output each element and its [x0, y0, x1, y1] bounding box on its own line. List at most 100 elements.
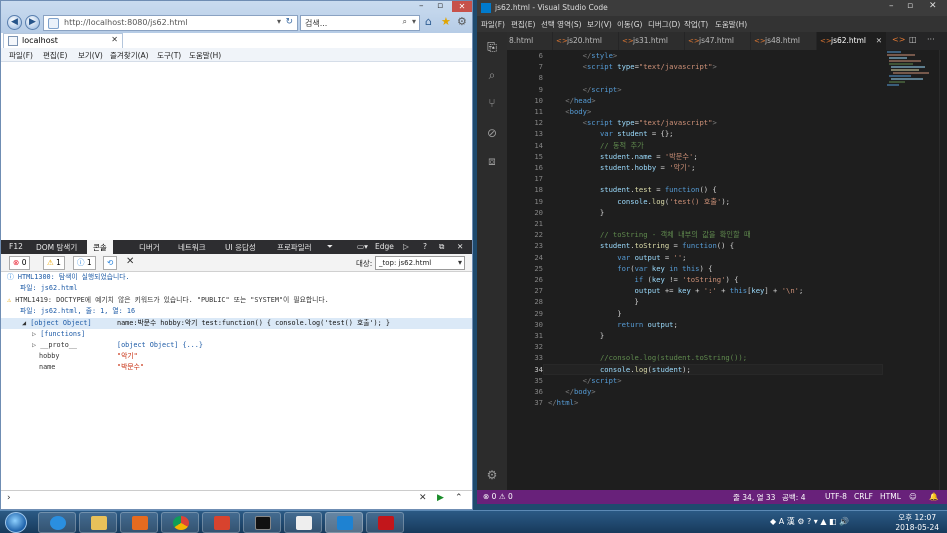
menu-tasks[interactable]: 작업(T) — [684, 19, 708, 30]
object-row[interactable]: ◢ [object Object] name:박문수 hobby:악기 test… — [1, 318, 472, 329]
menu-edit[interactable]: 편집(E) — [511, 19, 535, 30]
menu-edit[interactable]: 편집(E) — [43, 50, 67, 61]
source-control-icon[interactable]: ⑂ — [485, 96, 499, 110]
tab-close-icon[interactable]: ✕ — [876, 32, 882, 50]
ie-tab[interactable]: localhost ✕ — [3, 33, 123, 48]
vertical-scrollbar[interactable] — [939, 50, 947, 490]
more-tabs-icon[interactable]: ⏷ — [327, 242, 333, 252]
info-filter[interactable]: ⓘ 1 — [73, 256, 96, 270]
favorites-star-icon[interactable]: ★ — [441, 15, 451, 28]
gear-icon[interactable]: ⚙ — [457, 15, 467, 28]
edge-mode[interactable]: Edge — [375, 242, 394, 251]
home-icon[interactable]: ⌂ — [425, 15, 432, 28]
tree-row[interactable]: ▷ __proto__ [object Object] {...} — [1, 340, 472, 351]
menu-selection[interactable]: 선택 영역(S) — [541, 19, 582, 30]
expand-icon[interactable]: ▷ — [32, 330, 36, 338]
menu-help[interactable]: 도움말(H) — [715, 19, 747, 30]
expand-icon[interactable]: ◢ — [22, 319, 26, 327]
debug-icon[interactable]: ⊘ — [485, 126, 499, 140]
message-file[interactable]: 파일: js62.html, 줄: 1, 열: 16 — [1, 306, 472, 317]
undock-icon[interactable]: ⧉ — [439, 242, 444, 252]
menu-view[interactable]: 보기(V) — [78, 50, 103, 61]
log-filter-icon[interactable]: ⟲ — [103, 256, 118, 270]
message-file[interactable]: 파일: js62.html — [1, 283, 472, 294]
tab-dom-explorer[interactable]: DOM 탐색기 — [36, 242, 77, 253]
menu-tools[interactable]: 도구(T) — [157, 50, 181, 61]
minimize-icon[interactable]: – — [419, 1, 424, 11]
gear-icon[interactable]: ⚙ — [485, 468, 499, 482]
taskbar-app[interactable] — [202, 512, 240, 533]
tab-js62[interactable]: <> js62.html ✕ — [817, 32, 887, 50]
open-preview-icon[interactable]: <> — [892, 35, 905, 44]
maximize-icon[interactable]: ▫ — [907, 1, 913, 11]
explorer-icon[interactable]: ⎘ — [485, 40, 499, 54]
menu-file[interactable]: 파일(F) — [9, 50, 33, 61]
taskbar-media-player[interactable] — [120, 512, 158, 533]
menu-file[interactable]: 파일(F) — [481, 19, 505, 30]
tab-profiler[interactable]: 프로파일러 — [277, 242, 312, 253]
error-filter[interactable]: ⊗ 0 — [9, 256, 31, 270]
extensions-icon[interactable]: ⧈ — [485, 154, 499, 168]
encoding[interactable]: UTF-8 — [825, 492, 847, 501]
console-input[interactable]: › ✕ ▶ ⌃ — [1, 490, 472, 507]
help-icon[interactable]: ? — [423, 242, 427, 251]
tab-8-html[interactable]: 8.html — [507, 32, 553, 50]
taskbar-vscode[interactable] — [325, 512, 363, 533]
taskbar-acrobat[interactable] — [366, 512, 404, 533]
tab-ui-responsiveness[interactable]: UI 응답성 — [225, 242, 256, 253]
tab-js31[interactable]: <> js31.html — [619, 32, 685, 50]
close-icon[interactable]: ✕ — [452, 1, 472, 12]
forward-button-icon[interactable]: ▶ — [25, 15, 40, 30]
bell-icon[interactable]: 🔔 — [929, 492, 938, 501]
menu-help[interactable]: 도움말(H) — [189, 50, 221, 61]
tab-debugger[interactable]: 디버거 — [139, 242, 160, 253]
tab-network[interactable]: 네트워크 — [178, 242, 206, 253]
taskbar-ie[interactable] — [38, 512, 76, 533]
minimap[interactable] — [885, 50, 935, 110]
problems-indicator[interactable]: ⊗ 0 ⚠ 0 — [483, 492, 513, 501]
tab-js20[interactable]: <> js20.html — [553, 32, 619, 50]
expand-input-icon[interactable]: ⌃ — [455, 493, 463, 503]
menu-favorites[interactable]: 즐겨찾기(A) — [110, 50, 149, 61]
close-icon[interactable]: ✕ — [929, 1, 937, 11]
tree-row[interactable]: ▷ [functions] — [1, 329, 472, 340]
taskbar-cmd[interactable] — [243, 512, 281, 533]
code-area[interactable]: </style> <script type="text/javascript">… — [507, 50, 947, 410]
clear-console-icon[interactable]: ✕ — [126, 256, 134, 267]
tab-close-icon[interactable]: ✕ — [111, 35, 118, 44]
run-script-icon[interactable]: ▶ — [437, 493, 444, 503]
tab-js47[interactable]: <> js47.html — [685, 32, 751, 50]
chevron-down-icon[interactable]: ▾ — [412, 17, 416, 26]
code-editor[interactable]: 6 7 8 9 10 11 12 13 14 15 16 17 18 19 20… — [507, 50, 947, 490]
feedback-icon[interactable]: ☺ — [909, 492, 917, 501]
cursor-position[interactable]: 줄 34, 열 33 — [733, 492, 775, 503]
emulation-icon[interactable]: ▭▾ — [357, 242, 368, 251]
taskbar-explorer[interactable] — [79, 512, 117, 533]
start-button-icon[interactable] — [5, 512, 27, 533]
warning-filter[interactable]: ⚠ 1 — [43, 256, 65, 270]
minimize-icon[interactable]: – — [889, 1, 894, 11]
taskbar-java[interactable] — [284, 512, 322, 533]
split-editor-icon[interactable]: ◫ — [909, 35, 917, 44]
clear-input-icon[interactable]: ✕ — [419, 493, 427, 503]
more-actions-icon[interactable]: ··· — [927, 35, 935, 44]
system-clock[interactable]: 오후 12:07 2018-05-24 — [895, 513, 939, 533]
run-icon[interactable]: ▷ — [403, 242, 409, 251]
refresh-icon[interactable]: ↻ — [285, 17, 293, 27]
taskbar-chrome[interactable] — [161, 512, 199, 533]
dropdown-icon[interactable]: ▾ — [277, 17, 281, 26]
line-ending[interactable]: CRLF — [854, 492, 873, 501]
target-select[interactable]: _top: js62.html ▾ — [375, 256, 465, 270]
tab-js48[interactable]: <> js48.html — [751, 32, 817, 50]
search-icon[interactable]: ⌕ — [485, 68, 499, 82]
menu-view[interactable]: 보기(V) — [587, 19, 612, 30]
tab-console[interactable]: 콘솔 — [87, 240, 113, 254]
f12-close-icon[interactable]: ✕ — [457, 242, 463, 251]
maximize-icon[interactable]: ▫ — [437, 1, 443, 11]
address-bar[interactable]: http://localhost:8080/js62.html ↻ ▾ — [43, 15, 298, 31]
indentation[interactable]: 공백: 4 — [782, 492, 805, 503]
expand-icon[interactable]: ▷ — [32, 341, 36, 349]
menu-go[interactable]: 이동(G) — [617, 19, 642, 30]
menu-debug[interactable]: 디버그(D) — [648, 19, 680, 30]
language-mode[interactable]: HTML — [880, 492, 901, 501]
